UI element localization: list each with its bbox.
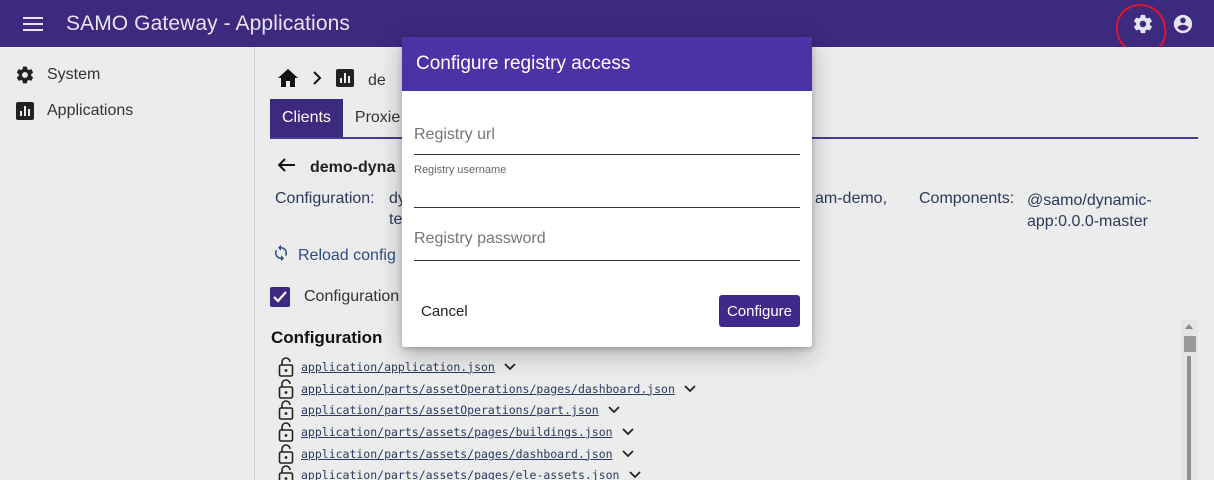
app-name: demo-dyna	[310, 158, 396, 176]
configuration-checkbox-row: Configuration	[270, 287, 399, 307]
configuration-value: te	[389, 211, 403, 228]
scrollbar[interactable]	[1181, 320, 1198, 480]
sidebar: System Applications	[0, 47, 255, 480]
hamburger-menu-icon[interactable]	[17, 8, 49, 40]
list-item: application/parts/assets/pages/buildings…	[278, 421, 697, 443]
components-label: Components:	[919, 190, 1015, 207]
lock-open-icon	[278, 465, 294, 480]
lock-open-icon	[278, 378, 294, 399]
account-circle-icon	[1173, 14, 1193, 33]
lock-open-icon	[278, 443, 294, 464]
registry-password-input[interactable]	[414, 223, 800, 255]
lock-open-icon	[278, 357, 294, 377]
list-item: application/parts/assets/pages/ele-asset…	[278, 464, 697, 480]
cancel-button[interactable]: Cancel	[409, 295, 480, 327]
list-item: application/parts/assetOperations/pages/…	[278, 378, 697, 400]
list-item: application/application.json	[278, 356, 697, 378]
file-link[interactable]: application/application.json	[301, 360, 495, 374]
chevron-down-icon[interactable]	[628, 468, 642, 480]
file-link[interactable]: application/parts/assets/pages/dashboard…	[301, 447, 613, 461]
configuration-checkbox[interactable]	[270, 287, 290, 307]
settings-button[interactable]	[1126, 7, 1160, 41]
list-item: application/parts/assetOperations/part.j…	[278, 399, 697, 421]
scroll-thumb[interactable]	[1184, 336, 1196, 352]
gear-icon	[1134, 14, 1152, 33]
home-icon[interactable]	[278, 69, 298, 92]
app-header: demo-dyna	[277, 158, 396, 177]
registry-username-field: Registry username	[414, 162, 800, 208]
file-link[interactable]: application/parts/assets/pages/buildings…	[301, 425, 613, 439]
reload-config-link[interactable]: Reload config	[272, 244, 396, 267]
registry-username-input[interactable]	[414, 182, 800, 204]
bar-chart-icon	[336, 69, 354, 92]
file-link[interactable]: application/parts/assetOperations/part.j…	[301, 403, 599, 417]
configuration-label: Configuration:	[275, 190, 375, 207]
sidebar-item-label: System	[47, 66, 101, 83]
lock-open-icon	[278, 422, 294, 442]
registry-url-input[interactable]	[414, 119, 800, 151]
refresh-icon	[272, 244, 290, 267]
bar-chart-icon	[14, 100, 36, 122]
breadcrumb-current[interactable]: de	[368, 72, 386, 90]
gear-icon	[14, 64, 36, 86]
account-button[interactable]	[1166, 7, 1200, 41]
registry-password-field	[414, 223, 800, 261]
dialog-title: Configure registry access	[416, 53, 631, 74]
configuration-value: am-demo,	[815, 190, 888, 207]
configuration-heading: Configuration	[271, 328, 383, 347]
sidebar-item-label: Applications	[47, 102, 134, 119]
configuration-checkbox-label: Configuration	[304, 288, 400, 305]
registry-username-label: Registry username	[414, 164, 507, 176]
list-item: application/parts/assets/pages/dashboard…	[278, 443, 697, 465]
scroll-track[interactable]	[1187, 356, 1191, 480]
chevron-down-icon[interactable]	[621, 425, 635, 439]
reload-config-label: Reload config	[298, 246, 396, 264]
dialog-header: Configure registry access	[402, 37, 812, 91]
lock-open-icon	[278, 400, 294, 421]
file-link[interactable]: application/parts/assetOperations/pages/…	[301, 382, 675, 396]
chevron-down-icon[interactable]	[503, 360, 517, 374]
sidebar-item-system[interactable]: System	[0, 57, 254, 93]
app-title: SAMO Gateway - Applications	[66, 11, 350, 35]
configure-button[interactable]: Configure	[719, 295, 800, 327]
registry-url-field	[414, 119, 800, 155]
chevron-down-icon[interactable]	[607, 403, 621, 417]
chevron-down-icon[interactable]	[621, 447, 635, 461]
file-list: application/application.json application…	[278, 356, 697, 480]
chevron-right-icon	[312, 71, 322, 90]
chevron-down-icon[interactable]	[683, 382, 697, 396]
configure-registry-dialog: Configure registry access Registry usern…	[402, 37, 812, 347]
file-link[interactable]: application/parts/assets/pages/ele-asset…	[301, 468, 620, 480]
tab-clients[interactable]: Clients	[270, 99, 343, 137]
check-icon	[273, 291, 287, 303]
scroll-up-arrow-icon[interactable]	[1185, 324, 1193, 329]
breadcrumb: de	[278, 69, 386, 92]
back-arrow-icon[interactable]	[277, 158, 296, 177]
sidebar-item-applications[interactable]: Applications	[0, 93, 254, 129]
components-value: @samo/dynamic-app:0.0.0-master	[1027, 192, 1152, 230]
